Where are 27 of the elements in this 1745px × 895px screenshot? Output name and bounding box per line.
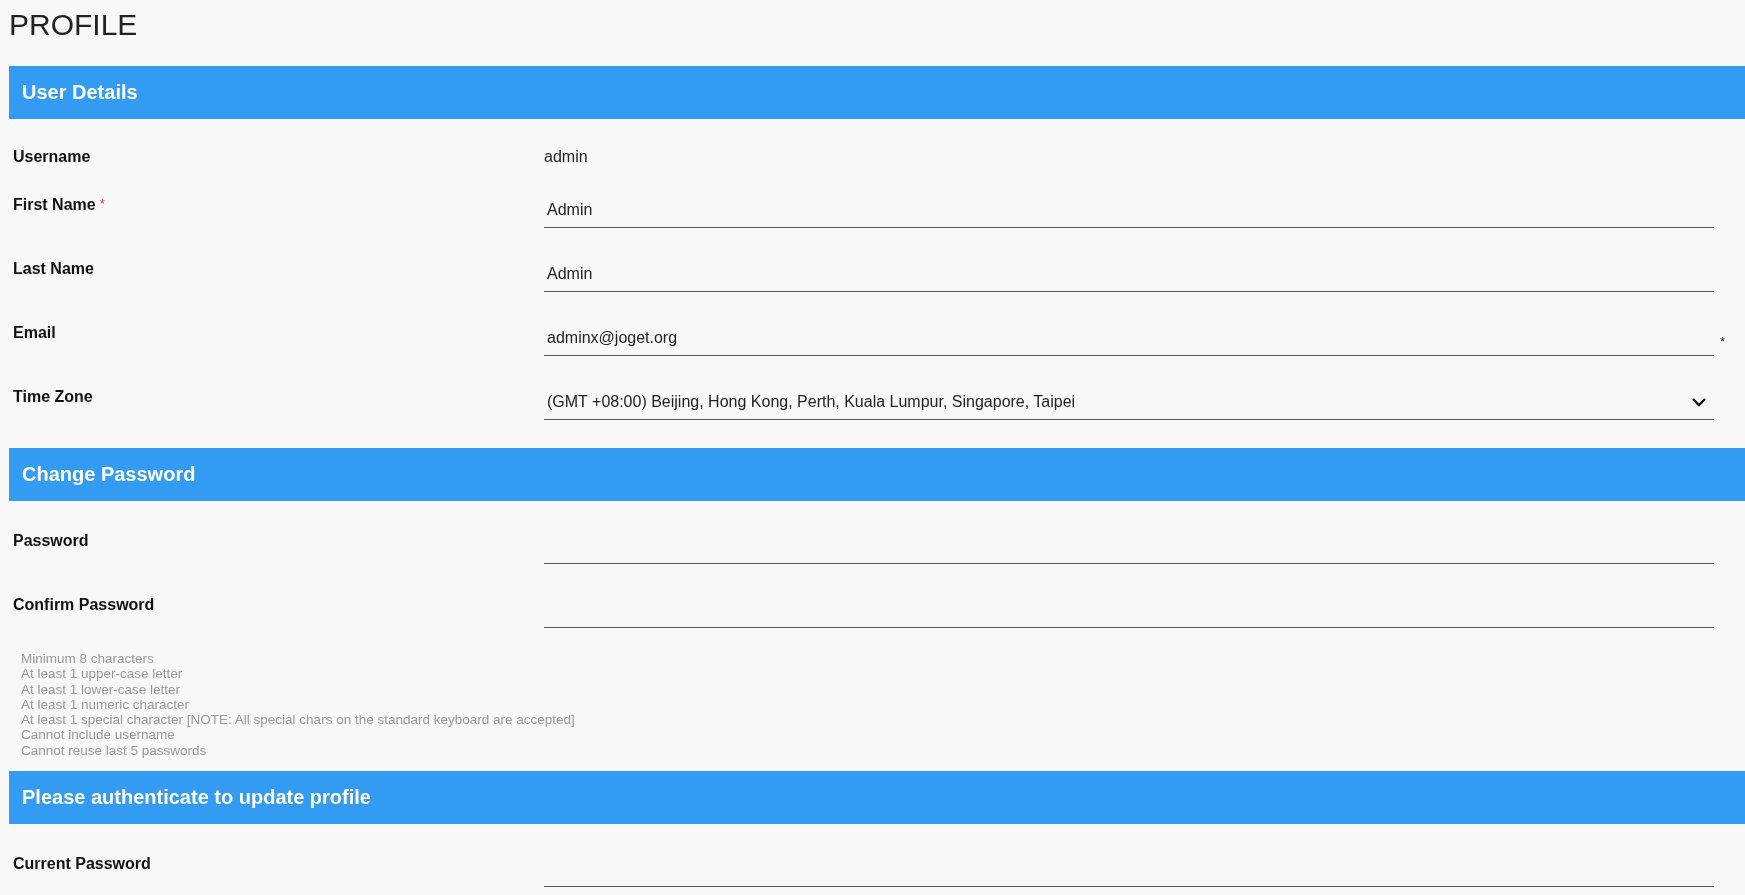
field-label: First Name xyxy=(13,196,96,213)
text-input-field[interactable]: adminx@joget.org xyxy=(544,320,1714,356)
field-label: Password xyxy=(13,532,89,549)
field-label: Time Zone xyxy=(13,388,93,405)
password-rule-text: At least 1 lower-case letter xyxy=(21,681,182,697)
field-label: Confirm Password xyxy=(13,596,155,613)
section-header: Change Password xyxy=(9,448,1745,501)
password-rule-text: Cannot reuse last 5 passwords xyxy=(21,742,208,759)
field-label: Username xyxy=(13,148,91,165)
time-zone-select[interactable]: (GMT +08:00) Beijing, Hong Kong, Perth, Kuala Lumpur, Singapore, Taipei xyxy=(544,384,1714,420)
field-label: Last Name xyxy=(13,260,94,277)
text-input-field[interactable]: Admin xyxy=(544,256,1714,292)
section-header: User Details xyxy=(9,66,1745,119)
field-label: Current Password xyxy=(13,855,151,873)
password-rule-text: At least 1 special character [NOTE: All special chars on the standard keyboard are accepted] xyxy=(21,712,576,728)
password-rule-text: At least 1 upper-case letter xyxy=(21,666,184,682)
password-rule-text: Cannot include username xyxy=(21,727,176,743)
page-title: PROFILE xyxy=(8,7,139,43)
suffix-mark: * xyxy=(1720,334,1726,349)
section-header: Please authenticate to update profile xyxy=(9,771,1745,825)
username-value: admin xyxy=(544,148,588,165)
field-label: Email xyxy=(13,324,56,341)
text-input-field[interactable]: Admin xyxy=(544,192,1714,228)
password-rule-text: Minimum 8 characters xyxy=(21,651,155,667)
password-rule-text: At least 1 numeric character xyxy=(21,696,191,713)
required-mark: * xyxy=(99,196,105,211)
chevron-down-icon xyxy=(1691,396,1707,407)
